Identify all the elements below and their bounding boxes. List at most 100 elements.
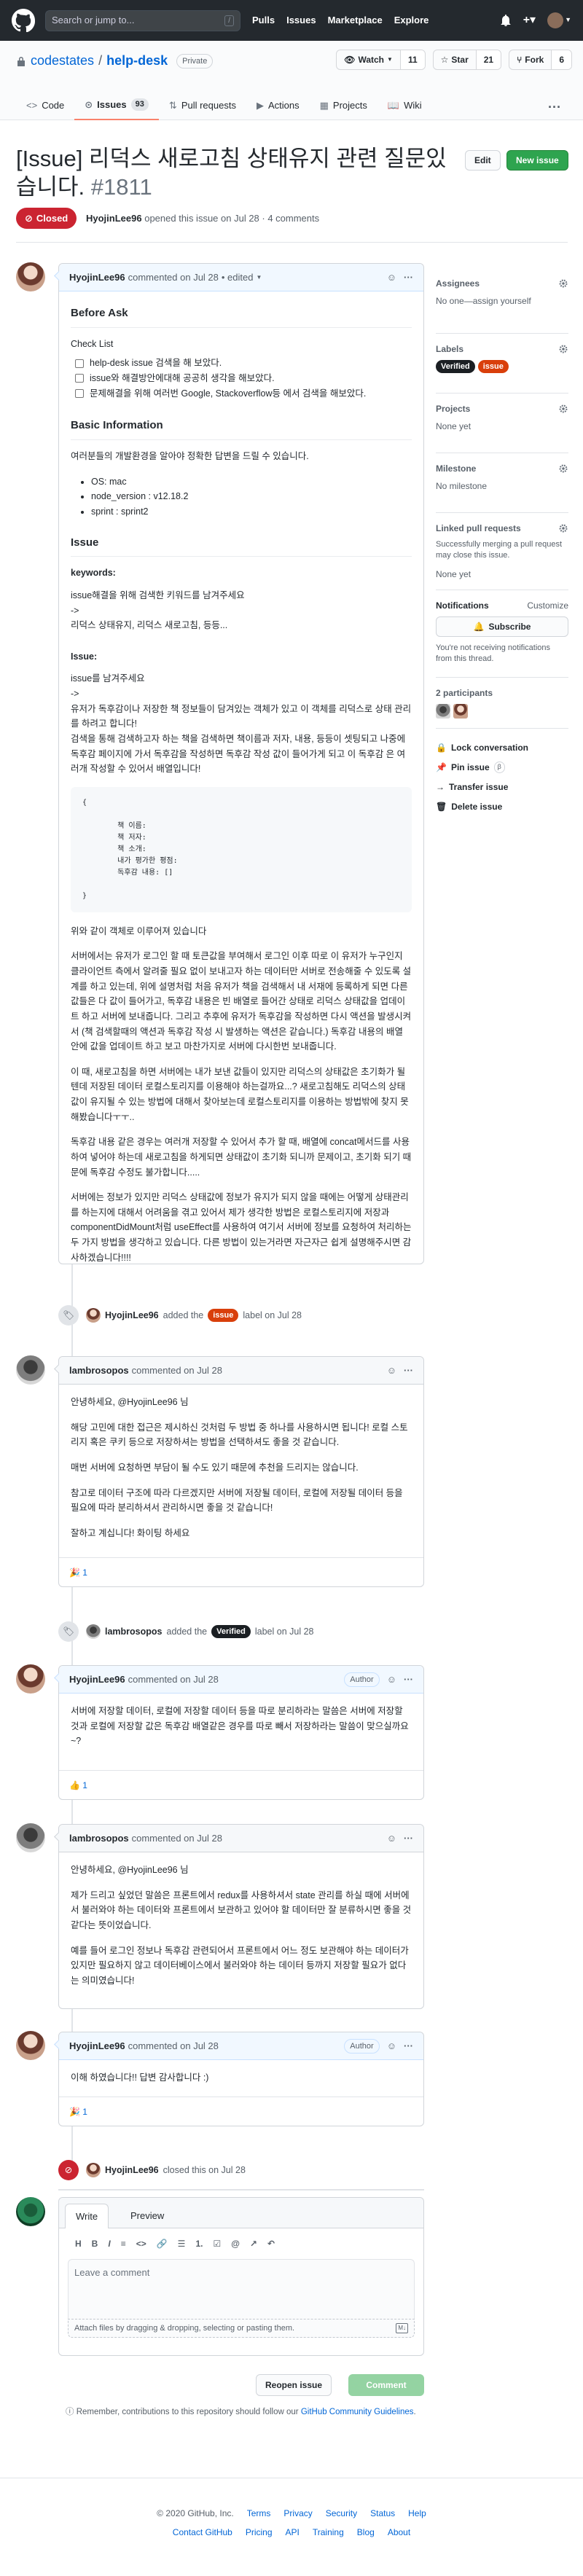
sidebar-heading[interactable]: Milestone bbox=[436, 462, 568, 475]
nav-pulls[interactable]: Pulls bbox=[252, 13, 275, 28]
sidebar-heading[interactable]: Labels bbox=[436, 342, 568, 356]
event-actor[interactable]: lambrosopos bbox=[105, 1625, 163, 1639]
comment-author[interactable]: lambrosopos bbox=[69, 1831, 129, 1846]
bell-icon[interactable] bbox=[500, 15, 512, 26]
label-issue[interactable]: issue bbox=[477, 360, 509, 373]
pin-issue-button[interactable]: 📌 Pin issue β bbox=[436, 761, 505, 774]
kebab-menu-icon[interactable]: ··· bbox=[404, 2039, 413, 2054]
star-count[interactable]: 21 bbox=[476, 50, 501, 69]
watch-count[interactable]: 11 bbox=[400, 50, 425, 69]
tab-actions[interactable]: ▶ Actions bbox=[246, 90, 310, 120]
checkbox[interactable] bbox=[75, 388, 84, 398]
tab-preview[interactable]: Preview bbox=[120, 2204, 174, 2228]
smiley-icon[interactable]: ☺ bbox=[387, 1363, 396, 1378]
comment-author[interactable]: lambrosopos bbox=[69, 1363, 129, 1378]
footer-link[interactable]: Terms bbox=[247, 2507, 271, 2520]
bold-icon[interactable]: B bbox=[92, 2237, 98, 2250]
tab-code[interactable]: <> Code bbox=[16, 90, 74, 120]
label-issue[interactable]: issue bbox=[208, 1309, 239, 1322]
footer-link[interactable]: Pricing bbox=[246, 2526, 273, 2539]
gear-icon[interactable] bbox=[558, 278, 568, 289]
delete-issue-button[interactable]: 🗑 Delete issue bbox=[436, 800, 502, 813]
avatar[interactable] bbox=[16, 1823, 45, 1852]
issue-author-link[interactable]: HyojinLee96 bbox=[86, 213, 142, 224]
footer-link[interactable]: API bbox=[286, 2526, 300, 2539]
search-input[interactable]: Search or jump to... / bbox=[45, 9, 240, 31]
avatar[interactable] bbox=[86, 1624, 101, 1639]
tab-pull-requests[interactable]: ⇅ Pull requests bbox=[159, 90, 246, 120]
comment-button[interactable]: Comment bbox=[348, 2374, 424, 2396]
gear-icon[interactable] bbox=[558, 404, 568, 414]
subscribe-button[interactable]: 🔔 Subscribe bbox=[436, 616, 568, 637]
checkbox[interactable] bbox=[75, 374, 84, 383]
label-verified[interactable]: Verified bbox=[436, 360, 475, 373]
lock-conversation-button[interactable]: 🔒 Lock conversation bbox=[436, 741, 528, 754]
edited-menu[interactable]: • edited bbox=[222, 270, 254, 285]
attach-files-area[interactable]: Attach files by dragging & dropping, sel… bbox=[68, 2319, 415, 2338]
reaction-thumbs-up[interactable]: 👍 1 bbox=[69, 1779, 87, 1792]
assignees-value[interactable]: No one—assign yourself bbox=[436, 294, 568, 308]
tab-projects[interactable]: ▦ Projects bbox=[310, 90, 377, 120]
footer-link[interactable]: About bbox=[388, 2526, 410, 2539]
event-actor[interactable]: HyojinLee96 bbox=[105, 2164, 159, 2177]
avatar[interactable] bbox=[436, 704, 450, 719]
github-logo-icon[interactable] bbox=[12, 9, 35, 32]
avatar[interactable] bbox=[16, 2031, 45, 2060]
footer-link[interactable]: Help bbox=[408, 2507, 426, 2520]
avatar[interactable] bbox=[16, 2197, 45, 2226]
star-button[interactable]: ☆ Star 21 bbox=[432, 50, 502, 70]
footer-link[interactable]: Security bbox=[326, 2507, 357, 2520]
tab-write[interactable]: Write bbox=[65, 2204, 109, 2228]
comment-date[interactable]: commented on Jul 28 bbox=[128, 270, 219, 285]
nav-explore[interactable]: Explore bbox=[394, 13, 429, 28]
avatar[interactable] bbox=[16, 1664, 45, 1694]
gear-icon[interactable] bbox=[558, 523, 568, 533]
gear-icon[interactable] bbox=[558, 344, 568, 354]
checkbox[interactable] bbox=[75, 359, 84, 368]
avatar[interactable] bbox=[86, 1308, 101, 1323]
smiley-icon[interactable]: ☺ bbox=[387, 270, 396, 285]
customize-link[interactable]: Customize bbox=[527, 599, 568, 612]
smiley-icon[interactable]: ☺ bbox=[387, 1831, 396, 1846]
tab-issues[interactable]: ⊙ Issues 93 bbox=[74, 90, 159, 120]
smiley-icon[interactable]: ☺ bbox=[387, 1672, 396, 1687]
repo-name-link[interactable]: help-desk bbox=[106, 51, 168, 71]
kebab-menu-icon[interactable]: ··· bbox=[404, 270, 413, 285]
link-icon[interactable]: 🔗 bbox=[157, 2237, 168, 2250]
tab-wiki[interactable]: 📖 Wiki bbox=[377, 90, 432, 120]
watch-button[interactable]: 👁 Watch ▼ 11 bbox=[336, 50, 426, 70]
reopen-issue-button[interactable]: Reopen issue bbox=[256, 2374, 332, 2396]
footer-link[interactable]: Training bbox=[313, 2526, 344, 2539]
bullet-list-icon[interactable]: ☰ bbox=[178, 2237, 186, 2250]
gear-icon[interactable] bbox=[558, 463, 568, 474]
new-issue-button[interactable]: New issue bbox=[506, 150, 568, 171]
kebab-menu-icon[interactable]: ··· bbox=[404, 1672, 413, 1687]
saved-replies-icon[interactable]: ↶ bbox=[267, 2237, 275, 2250]
cross-reference-icon[interactable]: ↗ bbox=[250, 2237, 257, 2250]
reaction-tada[interactable]: 🎉 1 bbox=[69, 1566, 87, 1579]
user-menu[interactable]: ▼ bbox=[547, 12, 571, 28]
event-actor[interactable]: HyojinLee96 bbox=[105, 1309, 159, 1323]
comment-date[interactable]: commented on Jul 28 bbox=[128, 1672, 219, 1687]
reaction-tada[interactable]: 🎉 1 bbox=[69, 2105, 87, 2118]
sidebar-heading[interactable]: Projects bbox=[436, 402, 568, 415]
avatar[interactable] bbox=[16, 262, 45, 291]
italic-icon[interactable]: I bbox=[108, 2237, 110, 2250]
nav-issues[interactable]: Issues bbox=[286, 13, 316, 28]
comment-date[interactable]: commented on Jul 28 bbox=[132, 1831, 222, 1846]
avatar[interactable] bbox=[86, 2163, 101, 2177]
mention-icon[interactable]: @ bbox=[231, 2237, 240, 2250]
avatar[interactable] bbox=[453, 704, 468, 719]
fork-count[interactable]: 6 bbox=[552, 50, 571, 69]
code-icon[interactable]: <> bbox=[136, 2237, 146, 2250]
quote-icon[interactable]: ≡ bbox=[121, 2237, 126, 2250]
comment-author[interactable]: HyojinLee96 bbox=[69, 2039, 125, 2054]
footer-link[interactable]: Contact GitHub bbox=[173, 2526, 232, 2539]
kebab-menu-icon[interactable]: ··· bbox=[404, 1831, 413, 1846]
transfer-issue-button[interactable]: → Transfer issue bbox=[436, 780, 508, 794]
more-tabs-icon[interactable]: ··· bbox=[548, 98, 561, 117]
heading-icon[interactable]: H bbox=[75, 2237, 82, 2250]
fork-button[interactable]: ⑂ Fork 6 bbox=[509, 50, 572, 70]
footer-link[interactable]: Blog bbox=[357, 2526, 375, 2539]
smiley-icon[interactable]: ☺ bbox=[387, 2039, 396, 2054]
